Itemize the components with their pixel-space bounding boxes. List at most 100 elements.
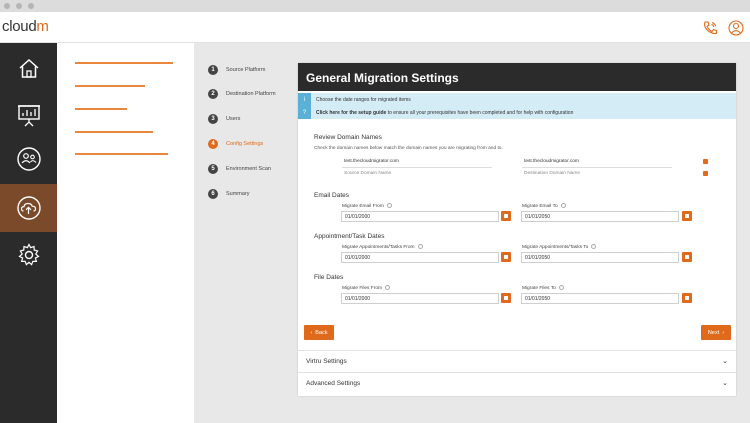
chevron-down-icon: ⌄ (722, 358, 728, 365)
email-to-input[interactable]: 01/01/2050 (521, 211, 679, 222)
step-users[interactable]: 3 Users (208, 114, 240, 124)
destination-domain-input[interactable]: Destination Domain Name (524, 171, 580, 176)
chevron-right-icon: › (722, 329, 725, 336)
calendar-icon[interactable] (682, 293, 692, 303)
destination-domain-value: test.thecloudmigrator.com (524, 159, 579, 164)
nav-migration[interactable] (0, 184, 57, 232)
nav-settings[interactable] (0, 231, 57, 279)
top-bar: cloudm (0, 12, 750, 43)
files-to-label-text: Migrate Files To (522, 285, 556, 291)
info-banner-guide[interactable]: ? Click here for the setup guide to ensu… (298, 106, 736, 119)
step-config-settings[interactable]: 4 Config Settings (208, 139, 263, 149)
appointments-to-label: Migrate Appointments/Tasks To (522, 244, 597, 250)
next-button[interactable]: Next › (701, 325, 731, 340)
migration-settings-card: General Migration Settings i Choose the … (298, 63, 736, 396)
email-to-label-text: Migrate Email To (522, 203, 558, 209)
left-nav (0, 43, 57, 423)
appointments-to-input[interactable]: 01/01/2050 (521, 252, 679, 263)
step-label: Destination Platform (226, 91, 276, 97)
help-circle-icon[interactable] (386, 203, 392, 208)
logo[interactable]: cloudm (2, 18, 49, 35)
menu-placeholder-line (75, 153, 168, 155)
advanced-settings-accordion[interactable]: Advanced Settings ⌄ (298, 372, 736, 394)
cloud-upload-icon (16, 196, 41, 220)
appointments-from-input[interactable]: 01/01/2000 (341, 252, 499, 263)
logo-accent: m (36, 18, 49, 35)
info-banner-dates: i Choose the date ranges for migrated it… (298, 93, 736, 106)
window-dot-icon (4, 3, 10, 9)
help-circle-icon[interactable] (591, 244, 597, 249)
calendar-icon[interactable] (501, 293, 511, 303)
domains-hint: Check the domain names below match the d… (314, 146, 503, 151)
window-dot-icon (28, 3, 34, 9)
step-source-platform[interactable]: 1 Source Platform (208, 65, 265, 75)
files-from-label-text: Migrate Files From (342, 285, 382, 291)
calendar-icon[interactable] (501, 252, 511, 262)
appointments-from-label: Migrate Appointments/Tasks From (342, 244, 423, 250)
chevron-left-icon: ‹ (310, 329, 313, 336)
add-domain-icon[interactable] (703, 171, 708, 176)
email-from-input[interactable]: 01/01/2000 (341, 211, 499, 222)
appointments-to-label-text: Migrate Appointments/Tasks To (522, 244, 589, 250)
window-chrome (0, 0, 750, 12)
info-text: Choose the date ranges for migrated item… (316, 96, 411, 103)
step-number: 5 (208, 164, 218, 174)
user-profile-icon[interactable] (727, 19, 745, 37)
files-to-label: Migrate Files To (522, 285, 564, 291)
presentation-icon (17, 105, 40, 127)
users-icon (16, 147, 41, 171)
calendar-icon[interactable] (682, 211, 692, 221)
accordion-label: Virtru Settings (306, 358, 347, 365)
section-title-email: Email Dates (314, 192, 350, 199)
email-from-label: Migrate Email From (342, 203, 392, 209)
logo-text: cloud (2, 18, 37, 35)
help-circle-icon[interactable] (560, 203, 566, 208)
nav-presentation[interactable] (0, 91, 57, 139)
page-title: General Migration Settings (298, 63, 736, 91)
nav-home[interactable] (0, 45, 57, 93)
calendar-icon[interactable] (501, 211, 511, 221)
back-button-label: Back (315, 329, 328, 336)
wizard-steps: 1 Source Platform 2 Destination Platform… (196, 43, 296, 423)
chevron-down-icon: ⌄ (722, 380, 728, 387)
virtru-settings-accordion[interactable]: Virtru Settings ⌄ (298, 350, 736, 372)
email-to-label: Migrate Email To (522, 203, 566, 209)
email-from-label-text: Migrate Email From (342, 203, 384, 209)
step-destination-platform[interactable]: 2 Destination Platform (208, 89, 276, 99)
source-domain-value: test.thecloudmigrator.com (344, 159, 399, 164)
help-circle-icon[interactable] (558, 285, 564, 290)
help-circle-icon[interactable] (417, 244, 423, 249)
gear-icon (17, 243, 40, 266)
step-number: 6 (208, 189, 218, 199)
remove-domain-icon[interactable] (703, 159, 708, 164)
files-to-input[interactable]: 01/01/2050 (521, 293, 679, 304)
help-circle-icon[interactable] (384, 285, 390, 290)
calendar-icon[interactable] (682, 252, 692, 262)
domain-divider (342, 167, 492, 168)
appointments-from-label-text: Migrate Appointments/Tasks From (342, 244, 415, 250)
domain-divider (522, 167, 672, 168)
step-number: 2 (208, 89, 218, 99)
nav-users[interactable] (0, 135, 57, 183)
home-icon (19, 58, 38, 78)
files-from-input[interactable]: 01/01/2000 (341, 293, 499, 304)
secondary-menu (57, 43, 194, 423)
step-label: Users (226, 116, 241, 122)
menu-placeholder-line (75, 85, 145, 87)
next-button-label: Next (707, 329, 720, 336)
phone-icon[interactable] (701, 19, 719, 37)
step-label: Source Platform (226, 67, 266, 73)
help-icon: ? (298, 106, 311, 119)
files-from-label: Migrate Files From (342, 285, 390, 291)
step-number: 3 (208, 114, 218, 124)
back-button[interactable]: ‹ Back (304, 325, 334, 340)
setup-guide-link[interactable]: Click here for the setup guide (316, 110, 386, 116)
info-icon: i (298, 93, 311, 106)
menu-placeholder-line (75, 62, 173, 64)
step-summary[interactable]: 6 Summary (208, 189, 250, 199)
menu-placeholder-line (75, 131, 153, 133)
section-title-files: File Dates (314, 274, 344, 281)
source-domain-input[interactable]: Source Domain Name (344, 171, 391, 176)
step-environment-scan[interactable]: 5 Environment Scan (208, 164, 271, 174)
accordion-label: Advanced Settings (306, 380, 361, 387)
